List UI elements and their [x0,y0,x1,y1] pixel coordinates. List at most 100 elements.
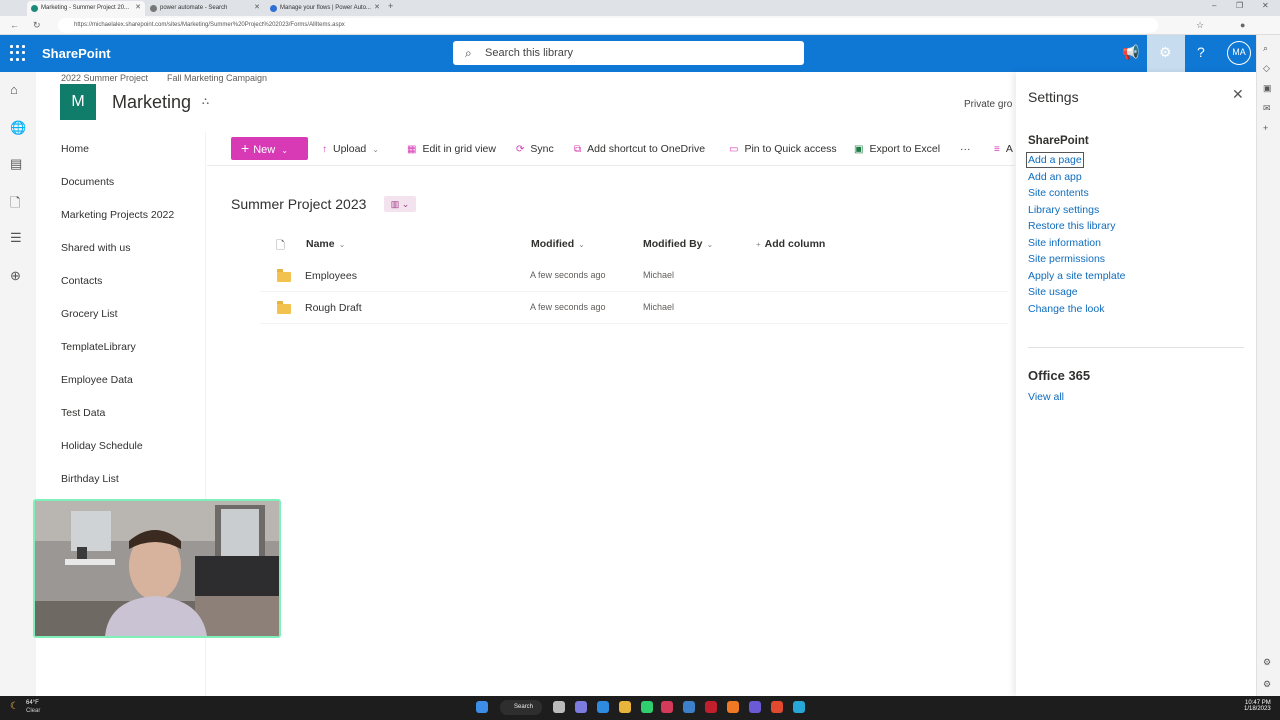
settings-link-restore-library[interactable]: Restore this library [1028,220,1116,232]
export-excel-button[interactable]: ▣ Export to Excel [854,143,940,155]
taskbar-search[interactable]: Search [500,700,542,715]
settings-gear-button[interactable]: ⚙ [1147,35,1185,72]
teams-icon[interactable]: ⛬ [202,96,209,107]
favorites-icon[interactable]: ☆ [1196,18,1204,33]
close-tab-icon[interactable]: ✕ [374,1,380,15]
avatar[interactable]: MA [1227,41,1251,65]
news-icon[interactable]: ▤ [10,156,22,172]
upload-button[interactable]: ↑ Upload ⌄ [322,143,379,155]
start-icon[interactable] [476,701,488,713]
nav-item-birthday[interactable]: Birthday List [61,473,119,485]
nav-item-documents[interactable]: Documents [61,176,114,188]
close-tab-icon[interactable]: ✕ [254,1,260,15]
page-title[interactable]: Marketing [112,92,191,113]
sharepoint-brand[interactable]: SharePoint [42,46,111,61]
browser-tab-power-automate[interactable]: Manage your flows | Power Auto... ✕ [266,1,384,16]
table-row[interactable] [260,260,1008,292]
weather-icon[interactable]: ☾ [10,701,19,712]
modified-by-value[interactable]: Michael [643,302,674,312]
column-header-name[interactable]: Name ⌄ [306,238,345,250]
close-icon[interactable]: ✕ [1232,86,1244,103]
brave-icon[interactable] [771,701,783,713]
modified-by-value[interactable]: Michael [643,270,674,280]
settings-link-site-permissions[interactable]: Site permissions [1028,253,1105,265]
task-view-icon[interactable] [553,701,565,713]
add-shortcut-button[interactable]: ⧉ Add shortcut to OneDrive [574,143,705,155]
pin-quick-access-button[interactable]: ▭ Pin to Quick access [729,143,837,155]
overflow-command[interactable]: ≡ A [994,143,1013,155]
new-button[interactable]: + New ⌄ [231,137,308,160]
file-type-icon[interactable]: 🗋 [276,237,285,256]
app-icon[interactable] [683,701,695,713]
nav-item-home[interactable]: Home [61,143,89,155]
home-icon[interactable]: ⌂ [10,82,18,97]
refresh-icon[interactable]: ↻ [33,18,41,33]
column-header-modified[interactable]: Modified ⌄ [531,238,585,250]
app-icon[interactable] [661,701,673,713]
clock[interactable]: 10:47 PM 1/18/2023 [1244,700,1271,712]
file-name[interactable]: Rough Draft [305,302,362,314]
nav-item-template-library[interactable]: TemplateLibrary [61,341,136,353]
browser-tab-search[interactable]: power automate - Search ✕ [146,1,264,16]
add-column-button[interactable]: + Add column [756,238,825,250]
library-title[interactable]: Summer Project 2023 [231,196,366,212]
breadcrumb-item[interactable]: Fall Marketing Campaign [167,73,267,83]
files-icon[interactable]: 🗋 [10,194,20,216]
sidebar-gear-icon[interactable]: ⚙ [1263,679,1271,690]
app-launcher-icon[interactable] [10,45,26,61]
globe-icon[interactable]: 🌐 [10,120,26,136]
settings-link-apply-template[interactable]: Apply a site template [1028,270,1125,282]
megaphone-icon[interactable]: 📢 [1122,44,1139,61]
search-input[interactable]: ⌕ Search this library [453,41,804,65]
firefox-icon[interactable] [727,701,739,713]
add-icon[interactable]: + [1263,123,1268,133]
back-icon[interactable]: ← [10,18,19,33]
close-window-icon[interactable]: ✕ [1262,1,1269,10]
view-all-link[interactable]: View all [1028,391,1064,403]
settings-link-library-settings[interactable]: Library settings [1028,204,1099,216]
sync-button[interactable]: ⟳ Sync [516,143,554,155]
edit-grid-button[interactable]: ▦ Edit in grid view [407,143,496,155]
settings-link-add-app[interactable]: Add an app [1028,171,1082,183]
nav-item-employee-data[interactable]: Employee Data [61,374,133,386]
nav-item-grocery[interactable]: Grocery List [61,308,118,320]
settings-link-change-look[interactable]: Change the look [1028,303,1104,315]
close-tab-icon[interactable]: ✕ [135,1,141,15]
help-icon[interactable]: ? [1197,44,1205,60]
url-field[interactable]: https://michaelalex.sharepoint.com/sites… [58,18,1158,33]
settings-link-add-page[interactable]: Add a page [1026,152,1084,168]
mail-icon[interactable] [597,701,609,713]
app-icon[interactable] [749,701,761,713]
create-icon[interactable]: ⊕ [10,268,21,284]
profile-icon[interactable]: ● [1240,18,1245,33]
column-header-modified-by[interactable]: Modified By ⌄ [643,238,713,250]
site-logo[interactable]: M [60,84,96,120]
breadcrumb-item[interactable]: 2022 Summer Project [61,73,148,83]
settings-link-site-information[interactable]: Site information [1028,237,1101,249]
settings-link-site-contents[interactable]: Site contents [1028,187,1089,199]
settings-link-site-usage[interactable]: Site usage [1028,286,1078,298]
maximize-icon[interactable]: ❐ [1236,1,1243,10]
nav-item-contacts[interactable]: Contacts [61,275,102,287]
office-icon[interactable]: ▣ [1263,83,1272,94]
lists-icon[interactable]: ☰ [10,230,22,246]
outlook-icon[interactable]: ✉ [1263,103,1271,114]
app-icon[interactable] [705,701,717,713]
more-button[interactable]: ··· [960,143,971,155]
sidebar-settings-icon[interactable]: ⚙ [1263,657,1271,668]
view-switcher-button[interactable]: ▥ ⌄ [384,196,416,212]
new-tab-icon[interactable]: + [388,1,393,11]
file-name[interactable]: Employees [305,270,357,282]
tag-icon[interactable]: ◇ [1263,63,1270,74]
nav-item-shared[interactable]: Shared with us [61,242,130,254]
browser-tab-marketing[interactable]: Marketing - Summer Project 20... ✕ [27,1,145,16]
minimize-icon[interactable]: – [1212,1,1216,10]
file-explorer-icon[interactable] [619,701,631,713]
nav-item-marketing-projects[interactable]: Marketing Projects 2022 [61,209,174,221]
table-row[interactable] [260,292,1008,324]
search-icon[interactable]: ⌕ [1263,43,1268,54]
edge-icon[interactable] [793,701,805,713]
teams-chat-icon[interactable] [575,701,587,713]
nav-item-holiday[interactable]: Holiday Schedule [61,440,143,452]
app-icon[interactable] [641,701,653,713]
